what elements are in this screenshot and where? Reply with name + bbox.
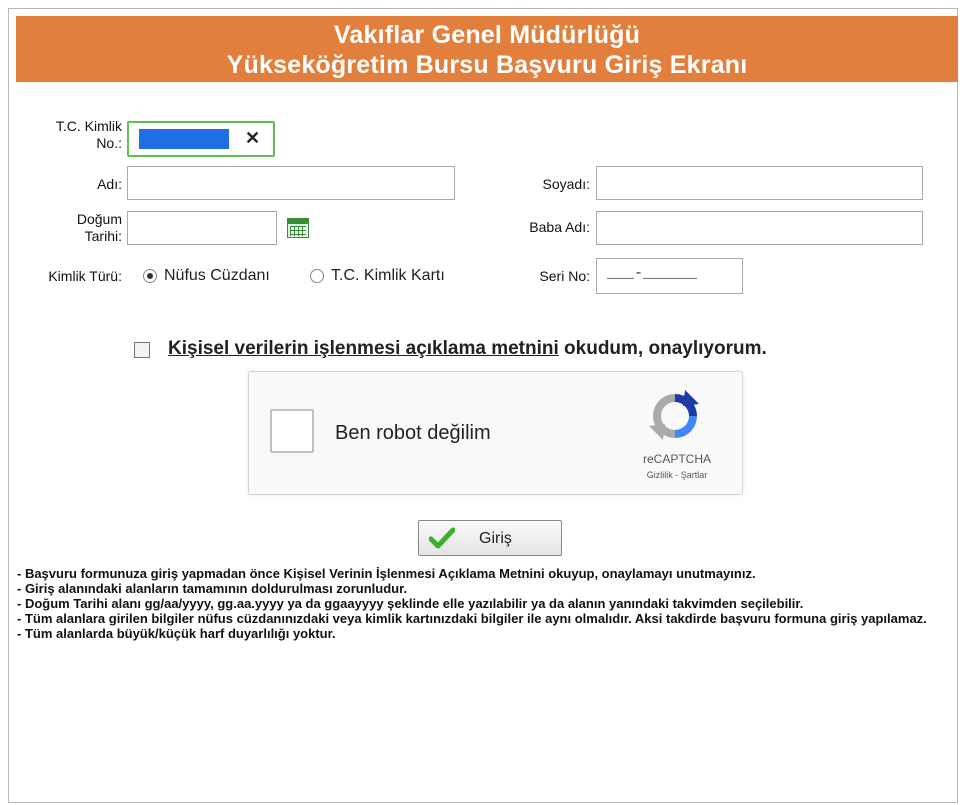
baba-adi-input[interactable] [596,211,923,245]
kimlik-turu-label: Kimlik Türü: [48,268,122,284]
instruction-item: - Başvuru formunuza giriş yapmadan önce … [17,566,756,581]
tc-kimlik-label-line1: T.C. Kimlik [55,118,122,134]
recaptcha-checkbox[interactable] [270,409,314,453]
tc-kimlik-selected-text [139,129,229,149]
dogum-tarihi-label: Doğum Tarihi: [30,211,122,245]
giris-button-label: Giriş [479,530,512,547]
ad-label: Adı: [97,176,122,192]
recaptcha-brand: reCAPTCHA [642,452,711,466]
dogum-tarihi-label-line2: Tarihi: [84,228,122,244]
soyad-label: Soyadı: [542,176,590,192]
checkmark-icon [429,527,455,549]
ad-input[interactable] [127,166,455,200]
radio-nufus-cuzdani[interactable] [143,269,157,283]
radio-tc-kimlik-karti[interactable] [310,269,324,283]
instruction-item: - Giriş alanındaki alanların tamamının d… [17,581,408,596]
kvkk-consent-text: Kişisel verilerin işlenmesi açıklama met… [168,338,767,360]
clear-icon[interactable]: ✕ [245,128,260,149]
calendar-icon[interactable] [287,218,309,238]
header-title-line1: Vakıflar Genel Müdürlüğü [333,21,641,49]
radio-nufus-cuzdani-label[interactable]: Nüfus Cüzdanı [164,267,270,285]
recaptcha-widget: Ben robot değilim reCAPTCHA Gizlilik - Ş… [248,371,743,495]
tc-kimlik-input[interactable]: ✕ [127,121,275,157]
recaptcha-logo-icon [649,390,699,440]
radio-tc-kimlik-karti-label[interactable]: T.C. Kimlik Kartı [331,267,445,285]
recaptcha-label: Ben robot değilim [335,422,491,444]
kvkk-consent-checkbox[interactable] [134,342,150,358]
dogum-tarihi-label-line1: Doğum [76,211,122,227]
baba-adi-label: Baba Adı: [529,219,590,235]
giris-button[interactable]: Giriş [418,520,562,556]
tc-kimlik-label-line2: No.: [96,135,122,151]
recaptcha-privacy-terms-links[interactable]: Gizlilik - Şartlar [632,470,722,480]
page-header: Vakıflar Genel Müdürlüğü Yükseköğretim B… [16,16,958,82]
soyad-input[interactable] [596,166,923,200]
header-title-line2: Yükseköğretim Bursu Başvuru Giriş Ekranı [226,51,748,79]
instruction-item: - Doğum Tarihi alanı gg/aa/yyyy, gg.aa.y… [17,596,804,611]
seri-no-label: Seri No: [539,268,590,284]
kvkk-text-link[interactable]: Kişisel verilerin işlenmesi açıklama met… [168,338,559,359]
tc-kimlik-label: T.C. Kimlik No.: [30,118,122,152]
seri-no-input[interactable]: ___-______ [596,258,743,294]
instructions-list: - Başvuru formunuza giriş yapmadan önce … [17,566,952,641]
dogum-tarihi-input[interactable] [127,211,277,245]
kvkk-consent-suffix: okudum, onaylıyorum. [558,338,767,359]
instruction-item: - Tüm alanlarda büyük/küçük harf duyarlı… [17,626,336,641]
instruction-item: - Tüm alanlara girilen bilgiler nüfus cü… [17,611,927,626]
